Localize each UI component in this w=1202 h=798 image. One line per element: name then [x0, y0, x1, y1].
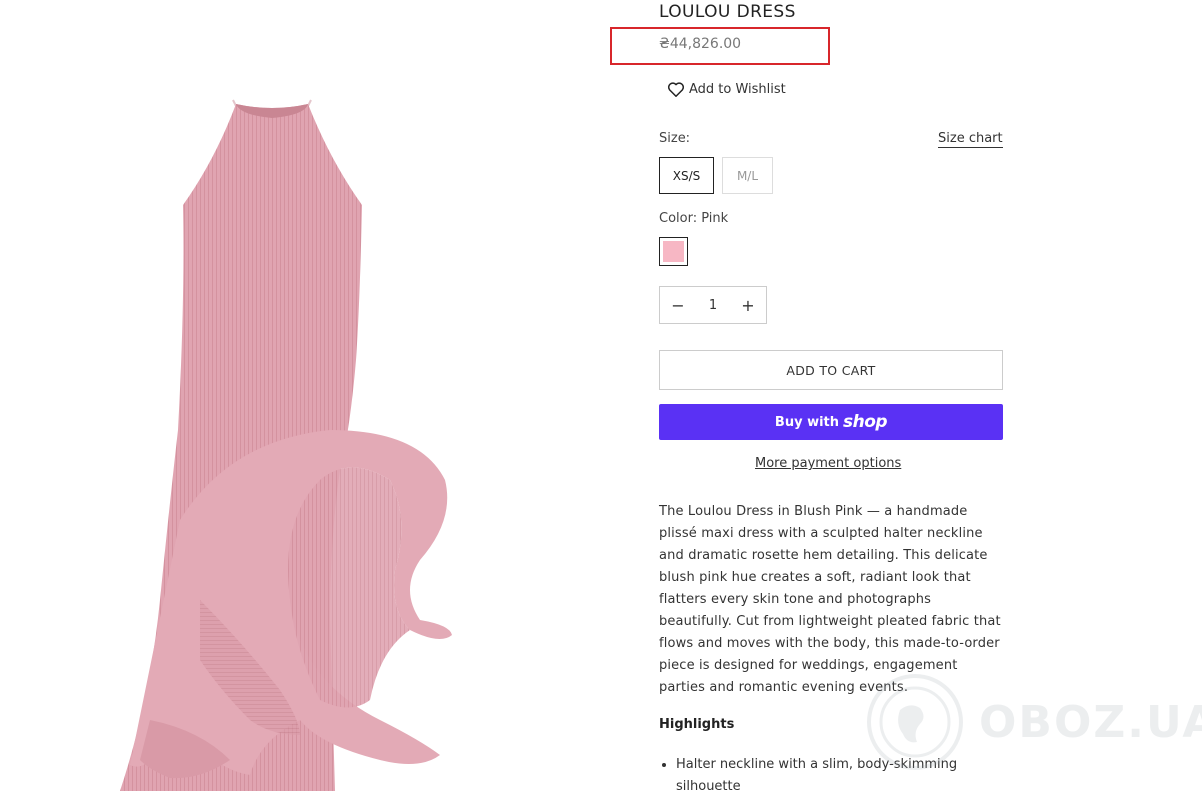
highlights-heading: Highlights: [659, 717, 735, 732]
product-image[interactable]: [0, 0, 600, 791]
add-to-cart-button[interactable]: ADD TO CART: [659, 350, 1003, 390]
quantity-increase-button[interactable]: +: [730, 296, 766, 315]
color-swatch-pink[interactable]: [659, 237, 688, 266]
wishlist-label: Add to Wishlist: [689, 81, 786, 97]
quantity-value[interactable]: 1: [696, 298, 730, 313]
product-description: The Loulou Dress in Blush Pink — a handm…: [659, 504, 1001, 695]
add-to-wishlist-button[interactable]: Add to Wishlist: [667, 80, 786, 98]
watermark: OBOZ.UA: [865, 672, 1202, 772]
watermark-text: OBOZ.UA: [979, 696, 1202, 748]
more-payment-options-link[interactable]: More payment options: [755, 456, 901, 471]
size-label: Size:: [659, 131, 691, 146]
product-title: LOULOU DRESS: [659, 2, 796, 22]
size-option-m-l[interactable]: M/L: [722, 157, 773, 194]
buy-with-shop-button[interactable]: Buy with shop: [659, 404, 1003, 440]
globe-icon: [867, 674, 963, 770]
size-chart-link[interactable]: Size chart: [938, 131, 1003, 148]
shop-logo: shop: [843, 412, 888, 432]
size-option-xs-s[interactable]: XS/S: [659, 157, 714, 194]
dress-illustration: [120, 99, 452, 791]
quantity-stepper: − 1 +: [659, 286, 767, 324]
color-label: Color: Pink: [659, 211, 729, 226]
swatch-fill: [663, 241, 684, 262]
quantity-decrease-button[interactable]: −: [660, 296, 696, 315]
heart-icon: [667, 81, 685, 97]
shop-pay-prefix: Buy with: [774, 414, 840, 430]
product-price: ₴44,826.00: [659, 36, 742, 52]
